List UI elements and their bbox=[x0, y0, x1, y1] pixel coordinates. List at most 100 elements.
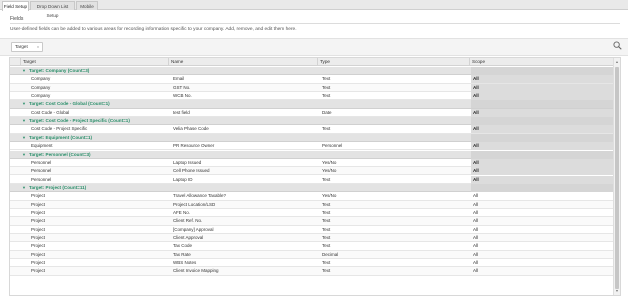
cell-type: Yes/No bbox=[322, 159, 337, 165]
cell-scope: All bbox=[471, 125, 614, 134]
table-row[interactable]: Company WCB No. Text All bbox=[10, 92, 614, 101]
cell-name: Velia Phase Code bbox=[173, 126, 209, 132]
scrollbar-thumb[interactable] bbox=[615, 67, 619, 289]
group-row[interactable]: ▼ Target: Cost Code - Project Specific (C… bbox=[10, 117, 614, 126]
cell-target: Company bbox=[31, 93, 51, 99]
tab-mobile[interactable]: Mobile bbox=[76, 1, 98, 10]
table-row[interactable]: Cost Code - Project Specific Velia Phase … bbox=[10, 125, 614, 134]
group-row[interactable]: ▼ Target: Cost Code - Global (Count=1) bbox=[10, 100, 614, 109]
group-title: Target: Equipment (Count=1) bbox=[29, 134, 93, 140]
cell-name: PR Resource Owner bbox=[173, 143, 215, 149]
cell-scope: All bbox=[473, 243, 479, 249]
cell-target: Project bbox=[31, 268, 46, 274]
table-row[interactable]: Company Email Text All bbox=[10, 75, 614, 84]
tab-bar: Field Setup Drop Down List Setup Mobile bbox=[0, 0, 628, 18]
column-header-type[interactable]: Type bbox=[318, 58, 470, 66]
fields-grid: Target Name Type Scope ▼ Target: Company … bbox=[9, 57, 621, 296]
cell-target: Equipment bbox=[31, 143, 53, 149]
cell-type: Decimal bbox=[322, 251, 339, 257]
group-row[interactable]: ▼ Target: Project (Count=11) bbox=[10, 183, 614, 193]
group-by-chip-target[interactable]: Target x bbox=[11, 42, 43, 52]
table-row[interactable]: Project Tax Code Text All bbox=[10, 242, 614, 251]
cell-target: Cost Code - Project Specific bbox=[31, 126, 88, 132]
cell-target: Project bbox=[31, 193, 46, 199]
cell-type: Text bbox=[322, 268, 331, 274]
table-row[interactable]: Project Tax Rate Decimal All bbox=[10, 250, 614, 259]
tab-field-setup[interactable]: Field Setup bbox=[2, 1, 29, 11]
chevron-down-icon[interactable]: ▼ bbox=[22, 67, 26, 75]
chevron-down-icon[interactable]: ▼ bbox=[22, 117, 26, 125]
group-scope-cell bbox=[471, 183, 614, 192]
search-icon[interactable] bbox=[613, 41, 622, 50]
cell-name: Client Ref. No. bbox=[173, 218, 203, 224]
group-title: Target: Personnel (Count=3) bbox=[29, 151, 91, 157]
table-row[interactable]: Project Client Ref. No. Text All bbox=[10, 217, 614, 226]
cell-scope: All bbox=[473, 193, 479, 199]
cell-target: Project bbox=[31, 218, 46, 224]
cell-name: GST No. bbox=[173, 84, 191, 90]
chevron-down-icon[interactable]: ▼ bbox=[22, 151, 26, 159]
group-row[interactable]: ▼ Target: Personnel (Count=3) bbox=[10, 150, 614, 159]
scroll-down-icon[interactable]: ▼ bbox=[614, 288, 620, 294]
table-row[interactable]: Company GST No. Text All bbox=[10, 83, 614, 92]
group-by-chip-label: Target bbox=[15, 44, 28, 49]
cell-scope: All bbox=[473, 226, 479, 232]
column-header-target[interactable]: Target bbox=[21, 58, 169, 66]
table-row[interactable]: Cost Code - Global test field Date All bbox=[10, 108, 614, 118]
cell-type: Text bbox=[322, 243, 331, 249]
cell-scope: All bbox=[473, 268, 479, 274]
vertical-scrollbar[interactable]: ▲ ▼ bbox=[613, 58, 620, 295]
table-row[interactable]: Project AFE No. Text All bbox=[10, 208, 614, 218]
chevron-down-icon[interactable]: ▼ bbox=[22, 134, 26, 142]
cell-name: Project Location/LSD bbox=[173, 201, 216, 207]
group-scope-cell bbox=[471, 67, 614, 75]
table-row[interactable]: Project Travel Allowance Taxable? Yes/No Al… bbox=[10, 192, 614, 201]
table-row[interactable]: Project [Company] Approval Text All bbox=[10, 225, 614, 234]
cell-type: Text bbox=[322, 93, 331, 99]
cell-name: [Company] Approval bbox=[173, 226, 214, 232]
column-header-name[interactable]: Name bbox=[169, 58, 318, 66]
cell-type: Yes/No bbox=[322, 168, 337, 174]
group-row[interactable]: ▼ Target: Company (Count=3) bbox=[10, 67, 614, 76]
cell-target: Project bbox=[31, 209, 46, 215]
table-row[interactable]: Personnel Laptop ID Text All bbox=[10, 175, 614, 184]
group-row[interactable]: ▼ Target: Equipment (Count=1) bbox=[10, 133, 614, 143]
table-row[interactable]: Project Client Invoice Mapping Text All bbox=[10, 267, 614, 276]
cell-target: Company bbox=[31, 84, 51, 90]
group-title: Target: Cost Code - Global (Count=1) bbox=[29, 101, 110, 107]
table-row[interactable]: Project Project Location/LSD Text All bbox=[10, 200, 614, 209]
group-title: Target: Company (Count=3) bbox=[29, 68, 90, 73]
cell-name: Tax Rate bbox=[173, 251, 191, 257]
cell-type: Yes/No bbox=[322, 193, 337, 199]
cell-scope: All bbox=[473, 201, 479, 207]
cell-scope: All bbox=[473, 209, 479, 215]
table-row[interactable]: Personnel Laptop Issued Yes/No All bbox=[10, 158, 614, 168]
table-row[interactable]: Project Client Approval Text All bbox=[10, 234, 614, 243]
scroll-up-icon[interactable]: ▲ bbox=[614, 59, 620, 65]
cell-name: Laptop ID bbox=[173, 176, 193, 182]
cell-scope: All bbox=[471, 92, 614, 101]
column-header-scope[interactable]: Scope bbox=[470, 58, 614, 66]
tab-drop-down-list-setup[interactable]: Drop Down List Setup bbox=[30, 1, 75, 18]
group-scope-cell bbox=[471, 150, 614, 159]
cell-scope: All bbox=[473, 251, 479, 257]
chevron-down-icon[interactable]: ▼ bbox=[22, 100, 26, 108]
cell-target: Project bbox=[31, 260, 46, 266]
table-row[interactable]: Personnel Cell Phone Issued Yes/No All bbox=[10, 167, 614, 176]
cell-target: Personnel bbox=[31, 168, 52, 174]
remove-chip-icon[interactable]: x bbox=[37, 43, 39, 51]
group-by-bar: Target x bbox=[0, 38, 628, 56]
table-row[interactable]: Project WBS Notes Text All bbox=[10, 259, 614, 268]
cell-target: Company bbox=[31, 76, 51, 82]
table-row[interactable]: Equipment PR Resource Owner Personnel All bbox=[10, 142, 614, 151]
cell-name: Email bbox=[173, 76, 185, 82]
cell-type: Text bbox=[322, 218, 331, 224]
cell-name: Cell Phone Issued bbox=[173, 168, 210, 174]
group-scope-cell bbox=[471, 100, 614, 109]
cell-type: Date bbox=[322, 109, 332, 115]
group-title: Target: Project (Count=11) bbox=[29, 184, 87, 190]
cell-name: Travel Allowance Taxable? bbox=[173, 193, 227, 199]
cell-name: Laptop Issued bbox=[173, 159, 202, 165]
cell-target: Project bbox=[31, 235, 46, 240]
chevron-down-icon[interactable]: ▼ bbox=[22, 184, 26, 192]
